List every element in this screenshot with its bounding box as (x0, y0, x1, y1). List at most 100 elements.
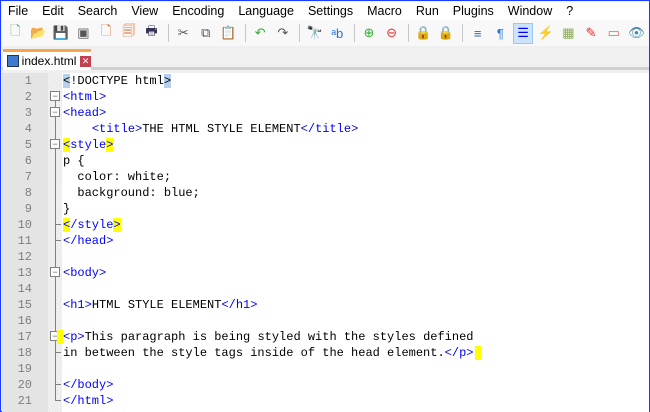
save-all-icon: ▣ (77, 25, 90, 40)
sync-horizontal-button[interactable]: 🔒 (436, 23, 457, 44)
html-tag-token: > (113, 218, 121, 232)
line-number: 16 (17, 314, 32, 328)
caret-highlight (475, 345, 482, 360)
text-token: background: blue; (63, 186, 200, 200)
code-line: 14 (2, 281, 649, 297)
zoom-in-button[interactable]: ⊕ (359, 23, 380, 44)
fold-toggle-icon[interactable]: − (50, 267, 60, 277)
folder-as-workspace-button[interactable]: ▭ (603, 23, 624, 44)
code-line: 12 (2, 249, 649, 265)
cut-button[interactable]: ✂ (173, 23, 194, 44)
function-list-button[interactable]: ✎ (581, 23, 602, 44)
code-line: 19 (2, 361, 649, 377)
fold-line (55, 249, 56, 265)
text-token: THE HTML STYLE ELEMENT (142, 122, 301, 136)
code-line: 20 </body> (2, 377, 649, 393)
menu-encoding[interactable]: Encoding (165, 4, 231, 18)
indent-guide-button[interactable]: ☰ (512, 22, 534, 44)
undo-button[interactable]: ↶ (250, 23, 271, 44)
close-all-button[interactable]: 🗐 (118, 23, 139, 44)
save-all-button[interactable]: ▣ (73, 23, 94, 44)
fold-line (55, 393, 61, 401)
code-line: 11 </head> (2, 233, 649, 249)
line-number: 1 (24, 74, 32, 88)
line-number: 15 (17, 298, 32, 312)
fold-line (55, 185, 56, 201)
html-tag-token: <h1> (63, 298, 92, 312)
code-text: <body> (63, 265, 106, 281)
toolbar-separator (353, 24, 355, 42)
code-line: 4 <title>THE HTML STYLE ELEMENT</title> (2, 121, 649, 137)
copy-button[interactable]: ⧉ (195, 23, 216, 44)
sync-horizontal-icon: 🔒 (437, 25, 455, 40)
menu-file[interactable]: File (2, 4, 35, 18)
toolbar-separator (407, 24, 409, 42)
word-wrap-button[interactable]: ≡ (467, 23, 488, 44)
close-tab-icon[interactable]: ✕ (80, 55, 91, 67)
show-all-characters-button[interactable]: ¶ (490, 23, 511, 44)
toolbar-separator (462, 24, 464, 42)
menu-run[interactable]: Run (409, 4, 446, 18)
menu-search[interactable]: Search (71, 4, 125, 18)
fold-toggle-icon[interactable]: − (50, 139, 60, 149)
html-tag-token: style (70, 138, 107, 152)
code-text: <style> (63, 137, 114, 153)
html-tag-token: <html> (63, 90, 107, 104)
monitoring-button[interactable]: 👁 (626, 23, 647, 44)
line-number: 21 (17, 394, 32, 408)
tab-label: index.html (21, 54, 77, 68)
code-text: <!DOCTYPE html> (63, 73, 172, 89)
code-text: background: blue; (63, 185, 200, 201)
cut-icon: ✂ (177, 25, 189, 40)
menu-window[interactable]: Window (501, 4, 559, 18)
indent-guide-icon: ☰ (517, 25, 529, 40)
zoom-out-button[interactable]: ⊖ (381, 23, 402, 44)
line-number: 4 (24, 122, 32, 136)
code-text: <p>This paragraph is being styled with t… (57, 329, 473, 345)
line-number: 2 (24, 90, 32, 104)
html-tag-token: /style (70, 218, 114, 232)
close-button[interactable]: 🗋 (96, 23, 117, 44)
tab-index-html[interactable]: index.html ✕ (3, 49, 91, 70)
code-line: 10 </style> (2, 217, 649, 233)
new-file-button[interactable]: 🗋 (5, 23, 26, 44)
code-line: 17− <p>This paragraph is being styled wit… (2, 329, 649, 345)
toolbar: 🗋 📂 💾 ▣ 🗋 🗐 🖶 ✂ ⧉ 📋 ↶ ↷ 🔭 ᵃb ⊕ ⊖ 🔒 🔒 ≡ ¶ ☰ ⚡ ▦ ✎ ▭ 👁 (2, 20, 649, 46)
open-file-button[interactable]: 📂 (28, 23, 49, 44)
text-token: > (163, 74, 172, 88)
sync-vertical-button[interactable]: 🔒 (413, 23, 434, 44)
redo-button[interactable]: ↷ (273, 23, 294, 44)
menu-view[interactable]: View (124, 4, 165, 18)
text-token: color: white; (63, 170, 172, 184)
document-map-button[interactable]: ▦ (558, 23, 579, 44)
save-button[interactable]: 💾 (50, 23, 71, 44)
user-language-button[interactable]: ⚡ (535, 23, 556, 44)
code-text: </body> (63, 377, 113, 393)
code-editor[interactable]: 1 <!DOCTYPE html> 2− <html> 3− <head> 4 <title… (2, 73, 649, 412)
code-text: p { (63, 153, 85, 169)
text-token: } (63, 202, 71, 216)
find-button[interactable]: 🔭 (304, 23, 325, 44)
folder-as-workspace-icon: ▭ (607, 25, 620, 40)
fold-toggle-icon[interactable]: − (50, 91, 60, 101)
menu-edit[interactable]: Edit (35, 4, 71, 18)
code-text: <title>THE HTML STYLE ELEMENT</title> (63, 121, 358, 137)
close-icon: 🗋 (100, 23, 112, 38)
menu-help[interactable]: ? (559, 4, 580, 18)
menu-plugins[interactable]: Plugins (446, 4, 501, 18)
code-line: 16 (2, 313, 649, 329)
code-text: <html> (63, 89, 106, 105)
fold-toggle-icon[interactable]: − (50, 107, 60, 117)
text-token: in between the style tags inside of the … (63, 346, 445, 360)
menu-settings[interactable]: Settings (301, 4, 360, 18)
paste-button[interactable]: 📋 (218, 23, 239, 44)
code-line: 13 − <body> (2, 265, 649, 281)
line-number: 20 (17, 378, 32, 392)
zoom-in-icon: ⊕ (363, 25, 375, 40)
print-button[interactable]: 🖶 (141, 23, 162, 44)
code-line: 9} (2, 201, 649, 217)
menu-language[interactable]: Language (231, 4, 301, 18)
replace-button[interactable]: ᵃb (327, 23, 348, 44)
menu-macro[interactable]: Macro (360, 4, 409, 18)
code-line: 3 − <head> (2, 105, 649, 121)
